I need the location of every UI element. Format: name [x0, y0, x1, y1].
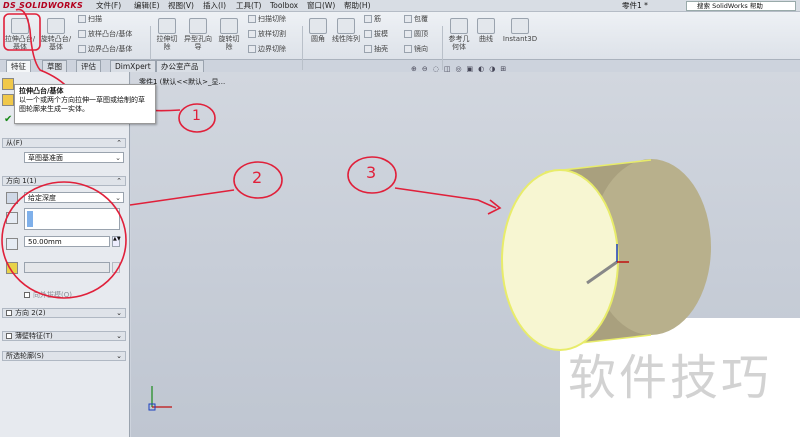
annotation-two-label: 2: [252, 168, 263, 187]
tooltip-title: 拉伸凸台/基体: [19, 87, 64, 95]
extrude-tooltip: 拉伸凸台/基体 以一个或两个方向拉伸一草图或绘制的草图轮廓来生成一实体。: [14, 84, 156, 124]
highlight-direction-section: [1, 181, 127, 299]
annotation-three-arrow: [394, 187, 502, 215]
annotation-one-label: 1: [192, 108, 201, 124]
tooltip-description: 以一个或两个方向拉伸一草图或绘制的草图轮廓来生成一实体。: [19, 96, 145, 113]
highlight-extrude-button: [3, 13, 41, 51]
model-front-face[interactable]: [501, 169, 619, 351]
overlay-drawing: [1, 8, 711, 411]
annotation-three-label: 3: [366, 163, 377, 182]
annotation-two-arrow: [129, 189, 235, 206]
